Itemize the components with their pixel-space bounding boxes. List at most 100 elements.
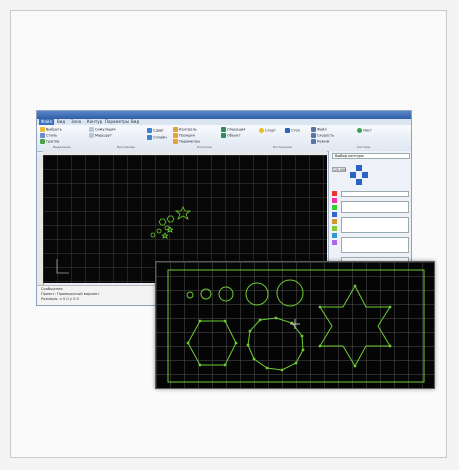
stop-label: Стоп: [291, 128, 300, 133]
mode-icon: [311, 139, 316, 144]
circle-shape: [200, 288, 212, 300]
sheet-button[interactable]: Лист: [357, 128, 372, 133]
object-label: Объект: [227, 133, 241, 138]
params-icon: [173, 139, 178, 144]
axis-marker: [56, 259, 69, 274]
right-arrow-icon[interactable]: [362, 172, 368, 178]
sheet-label: Лист: [363, 128, 372, 133]
mode-label: Режим: [317, 139, 330, 144]
style-button[interactable]: Стиль: [40, 133, 57, 138]
file-button[interactable]: Файл: [311, 127, 327, 132]
hexagon-shape: [187, 320, 237, 366]
small-hexagon-shape: [166, 215, 175, 223]
color-swatch-lime[interactable]: [332, 226, 337, 231]
start-label: Старт: [265, 128, 276, 133]
zoomed-canvas: [155, 261, 435, 389]
group-label-control: Контроль: [197, 145, 213, 149]
color-swatch-blue[interactable]: [332, 212, 337, 217]
operation-button[interactable]: Операция: [221, 127, 245, 132]
stop-icon: [285, 128, 290, 133]
status-size: Размеры: x 0.0 y 0.0: [41, 297, 79, 301]
object-button[interactable]: Объект: [221, 133, 241, 138]
position-button[interactable]: Позиция: [173, 133, 195, 138]
group-button[interactable]: Группа: [40, 139, 59, 144]
circle-shape: [186, 291, 194, 299]
mode-button[interactable]: Режим: [311, 139, 329, 144]
group-label-selection: Выделение: [53, 145, 71, 149]
cursor-crosshair-icon: [290, 319, 300, 329]
small-star-shape: [161, 232, 169, 239]
control-icon: [173, 127, 178, 132]
object-icon: [221, 133, 226, 138]
circle-shape: [245, 282, 269, 306]
operation-label: Операция: [227, 127, 246, 132]
speed-label: Скорость: [317, 133, 335, 138]
speed-icon: [311, 133, 316, 138]
status-project: Проект: Проверочный вариант: [41, 292, 100, 296]
style-icon: [40, 133, 45, 138]
spline-label: Сплайн: [153, 135, 167, 140]
small-star-shape: [166, 226, 174, 233]
title-bar: [37, 111, 411, 119]
option-grid[interactable]: [341, 237, 409, 253]
simulate-icon: [89, 127, 94, 132]
color-swatch-red[interactable]: [332, 191, 337, 196]
style-label: Стиль: [46, 133, 58, 138]
control-label: Контроль: [179, 127, 197, 132]
status-messages: Сообщения: [41, 287, 63, 291]
params-label: Параметры: [179, 139, 200, 144]
color-swatch-green[interactable]: [332, 205, 337, 210]
color-swatch-pink[interactable]: [332, 198, 337, 203]
up-arrow-icon[interactable]: [356, 165, 362, 171]
file-label: Файл: [317, 127, 327, 132]
shift-icon: [147, 128, 152, 133]
shift-label: Сдвиг: [153, 128, 165, 133]
operation-icon: [221, 127, 226, 132]
small-circle-shape: [156, 228, 162, 234]
simulate-button[interactable]: Симуляция: [89, 127, 116, 132]
position-icon: [173, 133, 178, 138]
select-icon: [40, 127, 45, 132]
speed-button[interactable]: Скорость: [311, 133, 334, 138]
spline-button[interactable]: Сплайн: [147, 135, 167, 140]
start-icon: [259, 128, 264, 133]
option-row[interactable]: [341, 191, 409, 197]
option-grid[interactable]: [341, 217, 409, 233]
stop-button[interactable]: Стоп: [285, 128, 300, 133]
group-icon: [40, 139, 45, 144]
group-label-system: Система: [357, 145, 371, 149]
option-grid[interactable]: [341, 201, 409, 213]
group-label-program: Программа: [117, 145, 135, 149]
panel-header[interactable]: Выбор контура: [332, 153, 410, 159]
params-button[interactable]: Параметры: [173, 139, 200, 144]
route-button[interactable]: Маршрут: [89, 133, 112, 138]
route-icon: [89, 133, 94, 138]
left-arrow-icon[interactable]: [350, 172, 356, 178]
down-arrow-icon[interactable]: [356, 179, 362, 185]
value-field[interactable]: 125,000: [332, 167, 346, 172]
small-star-shape: [174, 206, 192, 220]
circle-shape: [218, 286, 234, 302]
zoomed-shapes: [167, 269, 425, 383]
spline-icon: [147, 135, 152, 140]
circle-shape: [276, 279, 304, 307]
color-swatch-violet[interactable]: [332, 240, 337, 245]
star-shape: [319, 284, 391, 368]
small-hexagon-shape: [158, 218, 167, 226]
position-label: Позиция: [179, 133, 195, 138]
select-label: Выбрать: [46, 127, 62, 132]
select-button[interactable]: Выбрать: [40, 127, 62, 132]
simulate-label: Симуляция: [95, 127, 116, 132]
ribbon: Выбрать Стиль Группа Симуляция Маршрут С…: [37, 125, 411, 152]
globe-icon: [357, 128, 362, 133]
small-circle-shape: [150, 232, 156, 238]
start-button[interactable]: Старт: [259, 128, 276, 133]
file-icon: [311, 127, 316, 132]
color-swatch-orange[interactable]: [332, 219, 337, 224]
control-button[interactable]: Контроль: [173, 127, 197, 132]
shift-button[interactable]: Сдвиг: [147, 128, 164, 133]
group-label-build: Построение: [273, 145, 292, 149]
color-swatch-cyan[interactable]: [332, 233, 337, 238]
route-label: Маршрут: [95, 133, 112, 138]
group-label: Группа: [46, 139, 60, 144]
